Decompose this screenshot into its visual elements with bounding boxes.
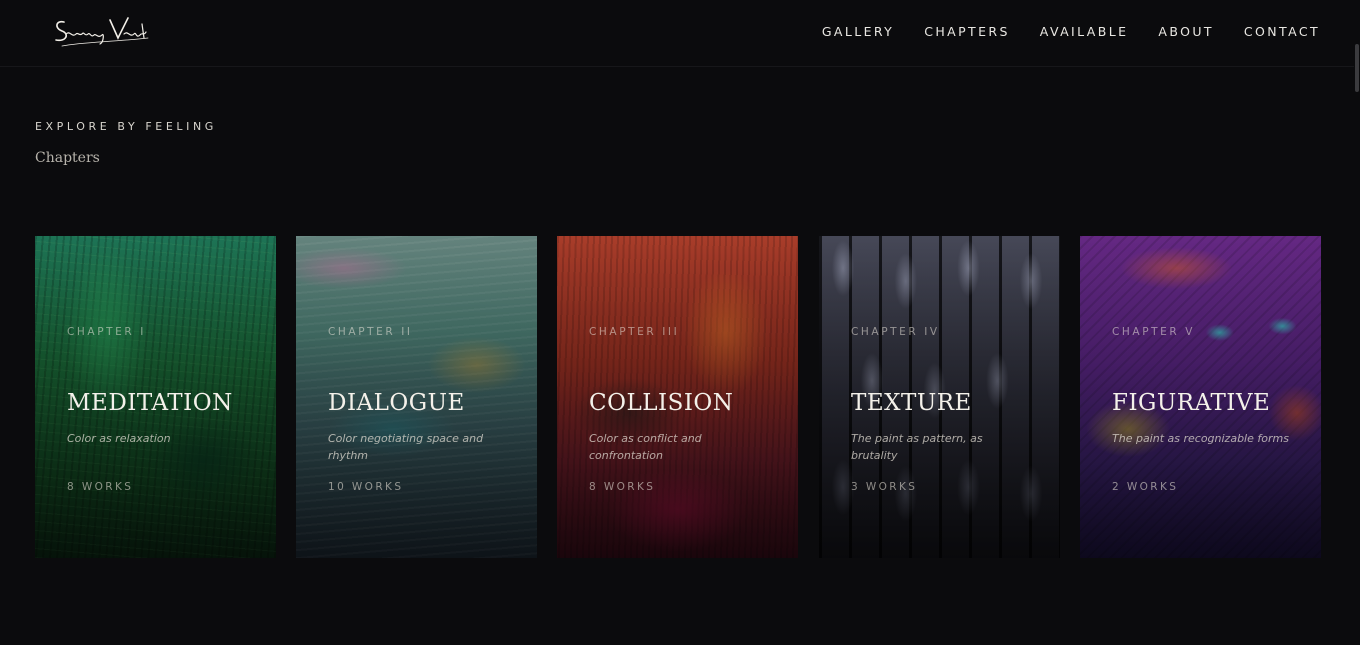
chapter-card-texture[interactable]: CHAPTER IV TEXTURE The paint as pattern,… — [819, 236, 1060, 558]
chapter-number: CHAPTER II — [328, 326, 413, 338]
chapter-works-count: 8 WORKS — [589, 481, 656, 493]
chapter-card-meditation[interactable]: CHAPTER I MEDITATION Color as relaxation… — [35, 236, 276, 558]
chapter-description: The paint as pattern, as brutality — [851, 432, 983, 462]
chapter-name: FIGURATIVE — [1112, 390, 1271, 416]
chapter-works-count: 3 WORKS — [851, 481, 918, 493]
nav-contact[interactable]: CONTACT — [1244, 24, 1320, 40]
nav-about[interactable]: ABOUT — [1158, 24, 1214, 40]
chapter-description: Color negotiating space and rhythm — [328, 432, 484, 462]
chapter-card-collision[interactable]: CHAPTER III COLLISION Color as conflict … — [557, 236, 798, 558]
scrollbar-track[interactable] — [1354, 0, 1360, 645]
site-header: GALLERY CHAPTERS AVAILABLE ABOUT CONTACT — [0, 0, 1360, 67]
scrollbar-thumb[interactable] — [1355, 44, 1359, 92]
main-nav: GALLERY CHAPTERS AVAILABLE ABOUT CONTACT — [792, 24, 1320, 40]
nav-available[interactable]: AVAILABLE — [1040, 24, 1129, 40]
chapter-works-count: 2 WORKS — [1112, 481, 1179, 493]
nav-chapters[interactable]: CHAPTERS — [924, 24, 1010, 40]
signature-logo[interactable] — [52, 12, 152, 52]
chapter-name: DIALOGUE — [328, 390, 465, 416]
chapter-name: MEDITATION — [67, 390, 233, 416]
chapter-number: CHAPTER III — [589, 326, 680, 338]
chapter-works-count: 10 WORKS — [328, 481, 404, 493]
nav-gallery[interactable]: GALLERY — [822, 24, 894, 40]
chapter-cards: CHAPTER I MEDITATION Color as relaxation… — [35, 236, 1321, 558]
chapter-description: Color as relaxation — [67, 432, 171, 445]
chapter-works-count: 8 WORKS — [67, 481, 134, 493]
chapter-description: Color as conflict and confrontation — [589, 432, 702, 462]
chapter-card-dialogue[interactable]: CHAPTER II DIALOGUE Color negotiating sp… — [296, 236, 537, 558]
section-eyebrow: EXPLORE BY FEELING — [35, 120, 217, 133]
chapter-number: CHAPTER I — [67, 326, 146, 338]
section-title: Chapters — [35, 150, 100, 166]
chapter-number: CHAPTER IV — [851, 326, 940, 338]
chapter-number: CHAPTER V — [1112, 326, 1196, 338]
chapter-card-figurative[interactable]: CHAPTER V FIGURATIVE The paint as recogn… — [1080, 236, 1321, 558]
chapter-name: TEXTURE — [851, 390, 972, 416]
chapter-name: COLLISION — [589, 390, 734, 416]
chapter-description: The paint as recognizable forms — [1112, 432, 1289, 445]
